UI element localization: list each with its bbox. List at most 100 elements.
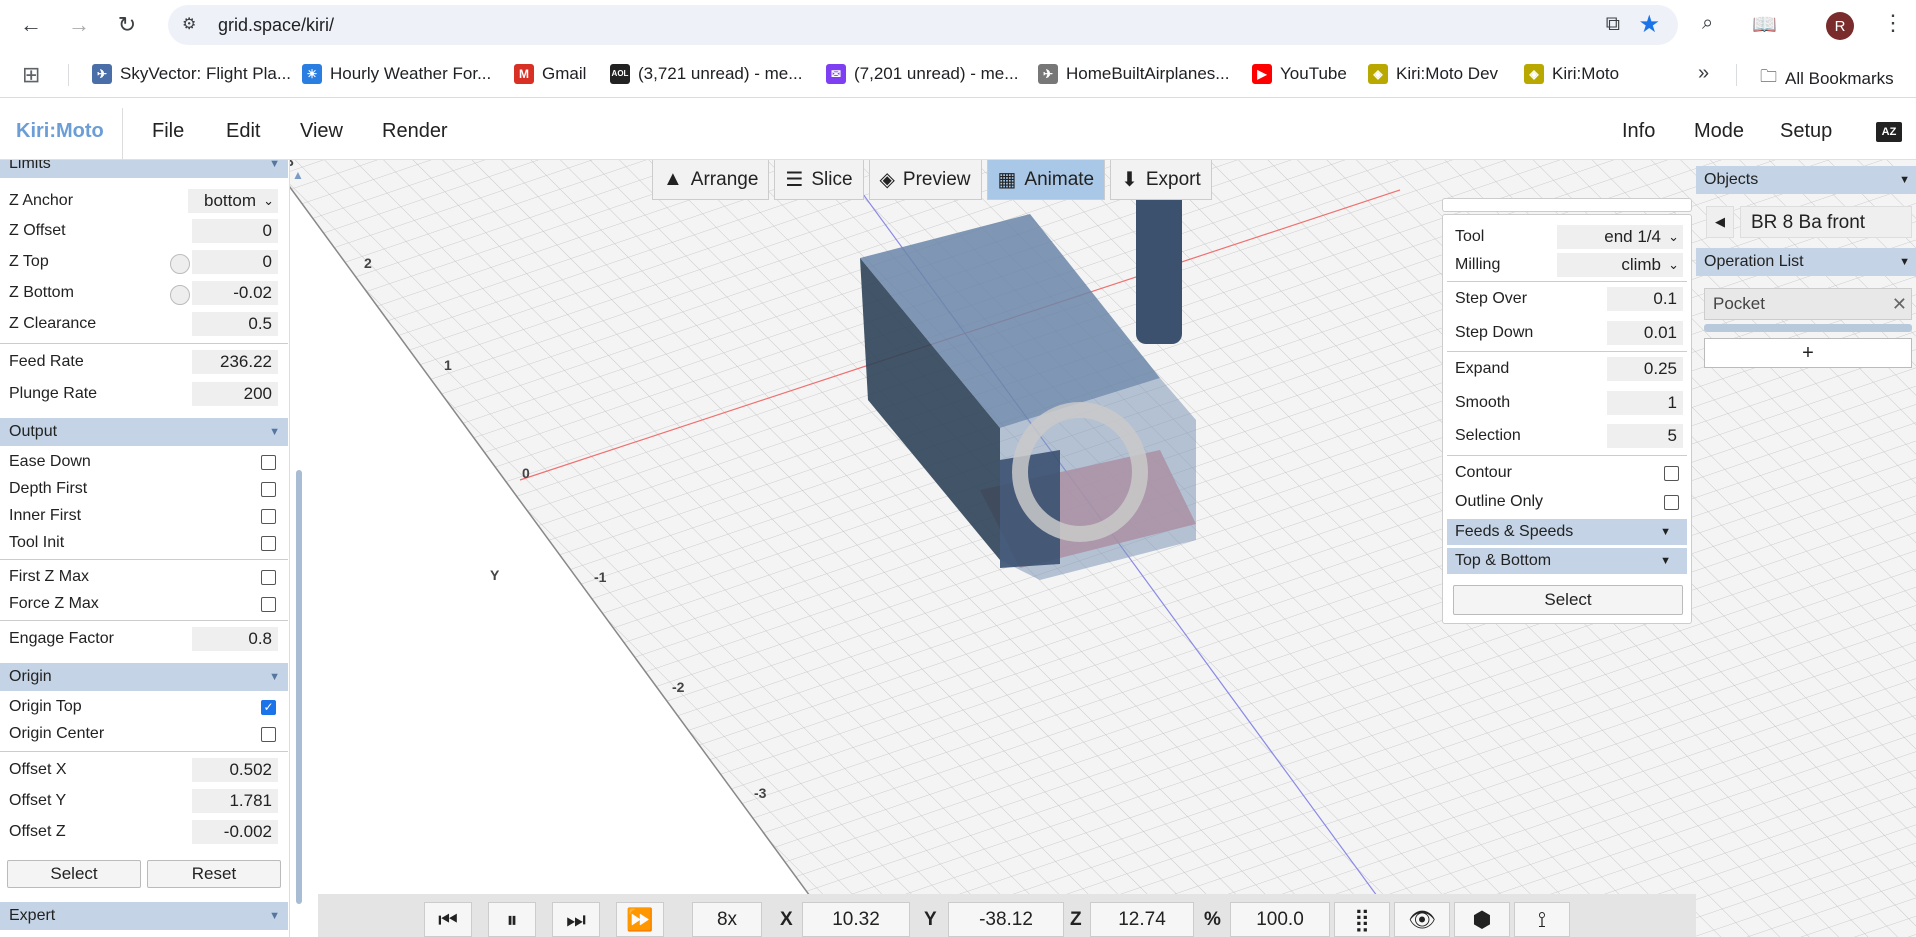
menu-render[interactable]: Render: [382, 120, 448, 143]
profile-avatar[interactable]: R: [1826, 12, 1854, 40]
route-icon[interactable]: ⟟: [1514, 902, 1570, 937]
language-icon[interactable]: AZ: [1876, 122, 1902, 142]
reload-icon[interactable]: ↻: [110, 10, 144, 40]
outline-only-checkbox[interactable]: [1664, 495, 1679, 510]
section-origin[interactable]: Origin ▼: [0, 663, 288, 691]
more-bookmarks-icon[interactable]: »: [1698, 62, 1709, 85]
mode-export-button[interactable]: ⬇ Export: [1110, 160, 1212, 200]
z-top-toggle[interactable]: [170, 254, 190, 274]
z-clearance-input[interactable]: 0.5: [192, 312, 278, 336]
step-over-input[interactable]: 0.1: [1607, 287, 1683, 311]
step-forward-icon[interactable]: ⏭: [552, 902, 600, 937]
bookmark-item[interactable]: ✉ (7,201 unread) - me...: [826, 64, 1018, 84]
mode-preview-button[interactable]: ◈ Preview: [868, 160, 982, 200]
menu-setup[interactable]: Setup: [1780, 120, 1832, 143]
operation-pocket[interactable]: Pocket ✕: [1704, 288, 1912, 320]
op-select-button[interactable]: Select: [1453, 585, 1683, 615]
bookmark-item[interactable]: ▶ YouTube: [1252, 64, 1347, 84]
url-text[interactable]: grid.space/kiri/: [218, 15, 334, 36]
menu-file[interactable]: File: [152, 120, 184, 143]
apps-grid-icon[interactable]: ⊞: [22, 62, 40, 88]
bookmark-item[interactable]: ◈ Kiri:Moto: [1524, 64, 1619, 84]
menu-mode[interactable]: Mode: [1694, 120, 1744, 143]
bookmark-item[interactable]: ☀ Hourly Weather For...: [302, 64, 491, 84]
tool-init-checkbox[interactable]: [261, 536, 276, 551]
menu-edit[interactable]: Edit: [226, 120, 260, 143]
first-z-max-checkbox[interactable]: [261, 570, 276, 585]
app-brand[interactable]: Kiri:Moto: [16, 120, 104, 143]
origin-top-checkbox[interactable]: ✓: [261, 700, 276, 715]
site-settings-icon[interactable]: ⚙: [182, 14, 204, 36]
pause-icon[interactable]: ⏸: [488, 902, 536, 937]
close-icon[interactable]: ✕: [1892, 289, 1907, 319]
selection-input[interactable]: 5: [1607, 424, 1683, 448]
feeds-speeds-section[interactable]: Feeds & Speeds ▼: [1447, 519, 1687, 545]
skip-start-icon[interactable]: ⏮: [424, 902, 472, 937]
offset-y-input[interactable]: 1.781: [192, 789, 278, 813]
force-z-max-checkbox[interactable]: [261, 597, 276, 612]
section-expert[interactable]: Expert ▼: [0, 902, 288, 930]
section-limits[interactable]: Limits ▼: [0, 160, 288, 178]
eye-icon[interactable]: 👁: [1394, 902, 1450, 937]
caret-down-icon: ▼: [1899, 174, 1910, 186]
z-top-input[interactable]: 0: [192, 250, 278, 274]
offset-z-input[interactable]: -0.002: [192, 820, 278, 844]
engage-factor-input[interactable]: 0.8: [192, 627, 278, 651]
operation-list-header[interactable]: Operation List ▼: [1696, 248, 1916, 276]
smooth-input[interactable]: 1: [1607, 391, 1683, 415]
origin-reset-button[interactable]: Reset: [147, 860, 281, 888]
contour-checkbox[interactable]: [1664, 466, 1679, 481]
origin-select-button[interactable]: Select: [7, 860, 141, 888]
mode-animate-button[interactable]: ▦ Animate: [986, 160, 1106, 200]
scroll-up-icon[interactable]: ▲: [292, 168, 304, 182]
top-bottom-section[interactable]: Top & Bottom ▼: [1447, 548, 1687, 574]
previous-object-icon[interactable]: ◀: [1706, 206, 1734, 238]
feed-rate-input[interactable]: 236.22: [192, 350, 278, 374]
speed-indicator[interactable]: 8x: [692, 902, 762, 937]
bookmark-item[interactable]: ✈ HomeBuiltAirplanes...: [1038, 64, 1229, 84]
objects-header[interactable]: Objects ▼: [1696, 166, 1916, 194]
browser-menu-icon[interactable]: ⋮: [1882, 10, 1904, 36]
menu-info[interactable]: Info: [1622, 120, 1655, 143]
bookmark-item[interactable]: M Gmail: [514, 64, 586, 84]
mode-slice-button[interactable]: ☰ Slice: [774, 160, 864, 200]
add-operation-button[interactable]: +: [1704, 338, 1912, 368]
all-bookmarks[interactable]: 🗀 All Bookmarks: [1760, 64, 1894, 93]
z-anchor-select[interactable]: bottom ⌄: [188, 189, 278, 213]
mode-label: Preview: [902, 168, 971, 190]
install-app-icon[interactable]: ⧉: [1606, 13, 1620, 36]
mode-arrange-button[interactable]: ▲ Arrange: [652, 160, 770, 200]
depth-first-checkbox[interactable]: [261, 482, 276, 497]
menu-view[interactable]: View: [300, 120, 343, 143]
bookmark-item[interactable]: AOL (3,721 unread) - me...: [610, 64, 802, 84]
fast-forward-icon[interactable]: ⏩: [616, 902, 664, 937]
search-tab-icon[interactable]: ⌕: [1702, 12, 1713, 35]
reading-list-icon[interactable]: 📖: [1752, 12, 1777, 37]
settings-scrollbar[interactable]: [296, 470, 302, 904]
section-output[interactable]: Output ▼: [0, 418, 288, 446]
expand-input[interactable]: 0.25: [1607, 357, 1683, 381]
step-down-input[interactable]: 0.01: [1607, 321, 1683, 345]
force-z-max-row: Force Z Max: [0, 590, 288, 618]
tool-select[interactable]: end 1/4 ⌄: [1557, 225, 1683, 249]
cube-icon[interactable]: ⬢: [1454, 902, 1510, 937]
z-bottom-input[interactable]: -0.02: [192, 281, 278, 305]
z-offset-input[interactable]: 0: [192, 219, 278, 243]
ease-down-checkbox[interactable]: [261, 455, 276, 470]
bookmark-item[interactable]: ✈ SkyVector: Flight Pla...: [92, 64, 291, 84]
field-label: Depth First: [9, 480, 88, 497]
bookmark-item[interactable]: ◈ Kiri:Moto Dev: [1368, 64, 1498, 84]
plunge-rate-input[interactable]: 200: [192, 382, 278, 406]
forward-icon[interactable]: →: [62, 10, 96, 40]
inner-first-checkbox[interactable]: [261, 509, 276, 524]
field-label: Z Offset: [9, 222, 66, 239]
dots-grid-icon[interactable]: ⣿: [1334, 902, 1390, 937]
back-icon[interactable]: ←: [14, 10, 48, 40]
address-bar[interactable]: ⚙ grid.space/kiri/ ⧉ ★: [168, 5, 1678, 45]
z-bottom-toggle[interactable]: [170, 285, 190, 305]
offset-x-input[interactable]: 0.502: [192, 758, 278, 782]
bookmark-star-icon[interactable]: ★: [1638, 10, 1660, 39]
milling-select[interactable]: climb ⌄: [1557, 253, 1683, 277]
origin-center-checkbox[interactable]: [261, 727, 276, 742]
object-name[interactable]: BR 8 Ba front cope: [1740, 206, 1912, 265]
